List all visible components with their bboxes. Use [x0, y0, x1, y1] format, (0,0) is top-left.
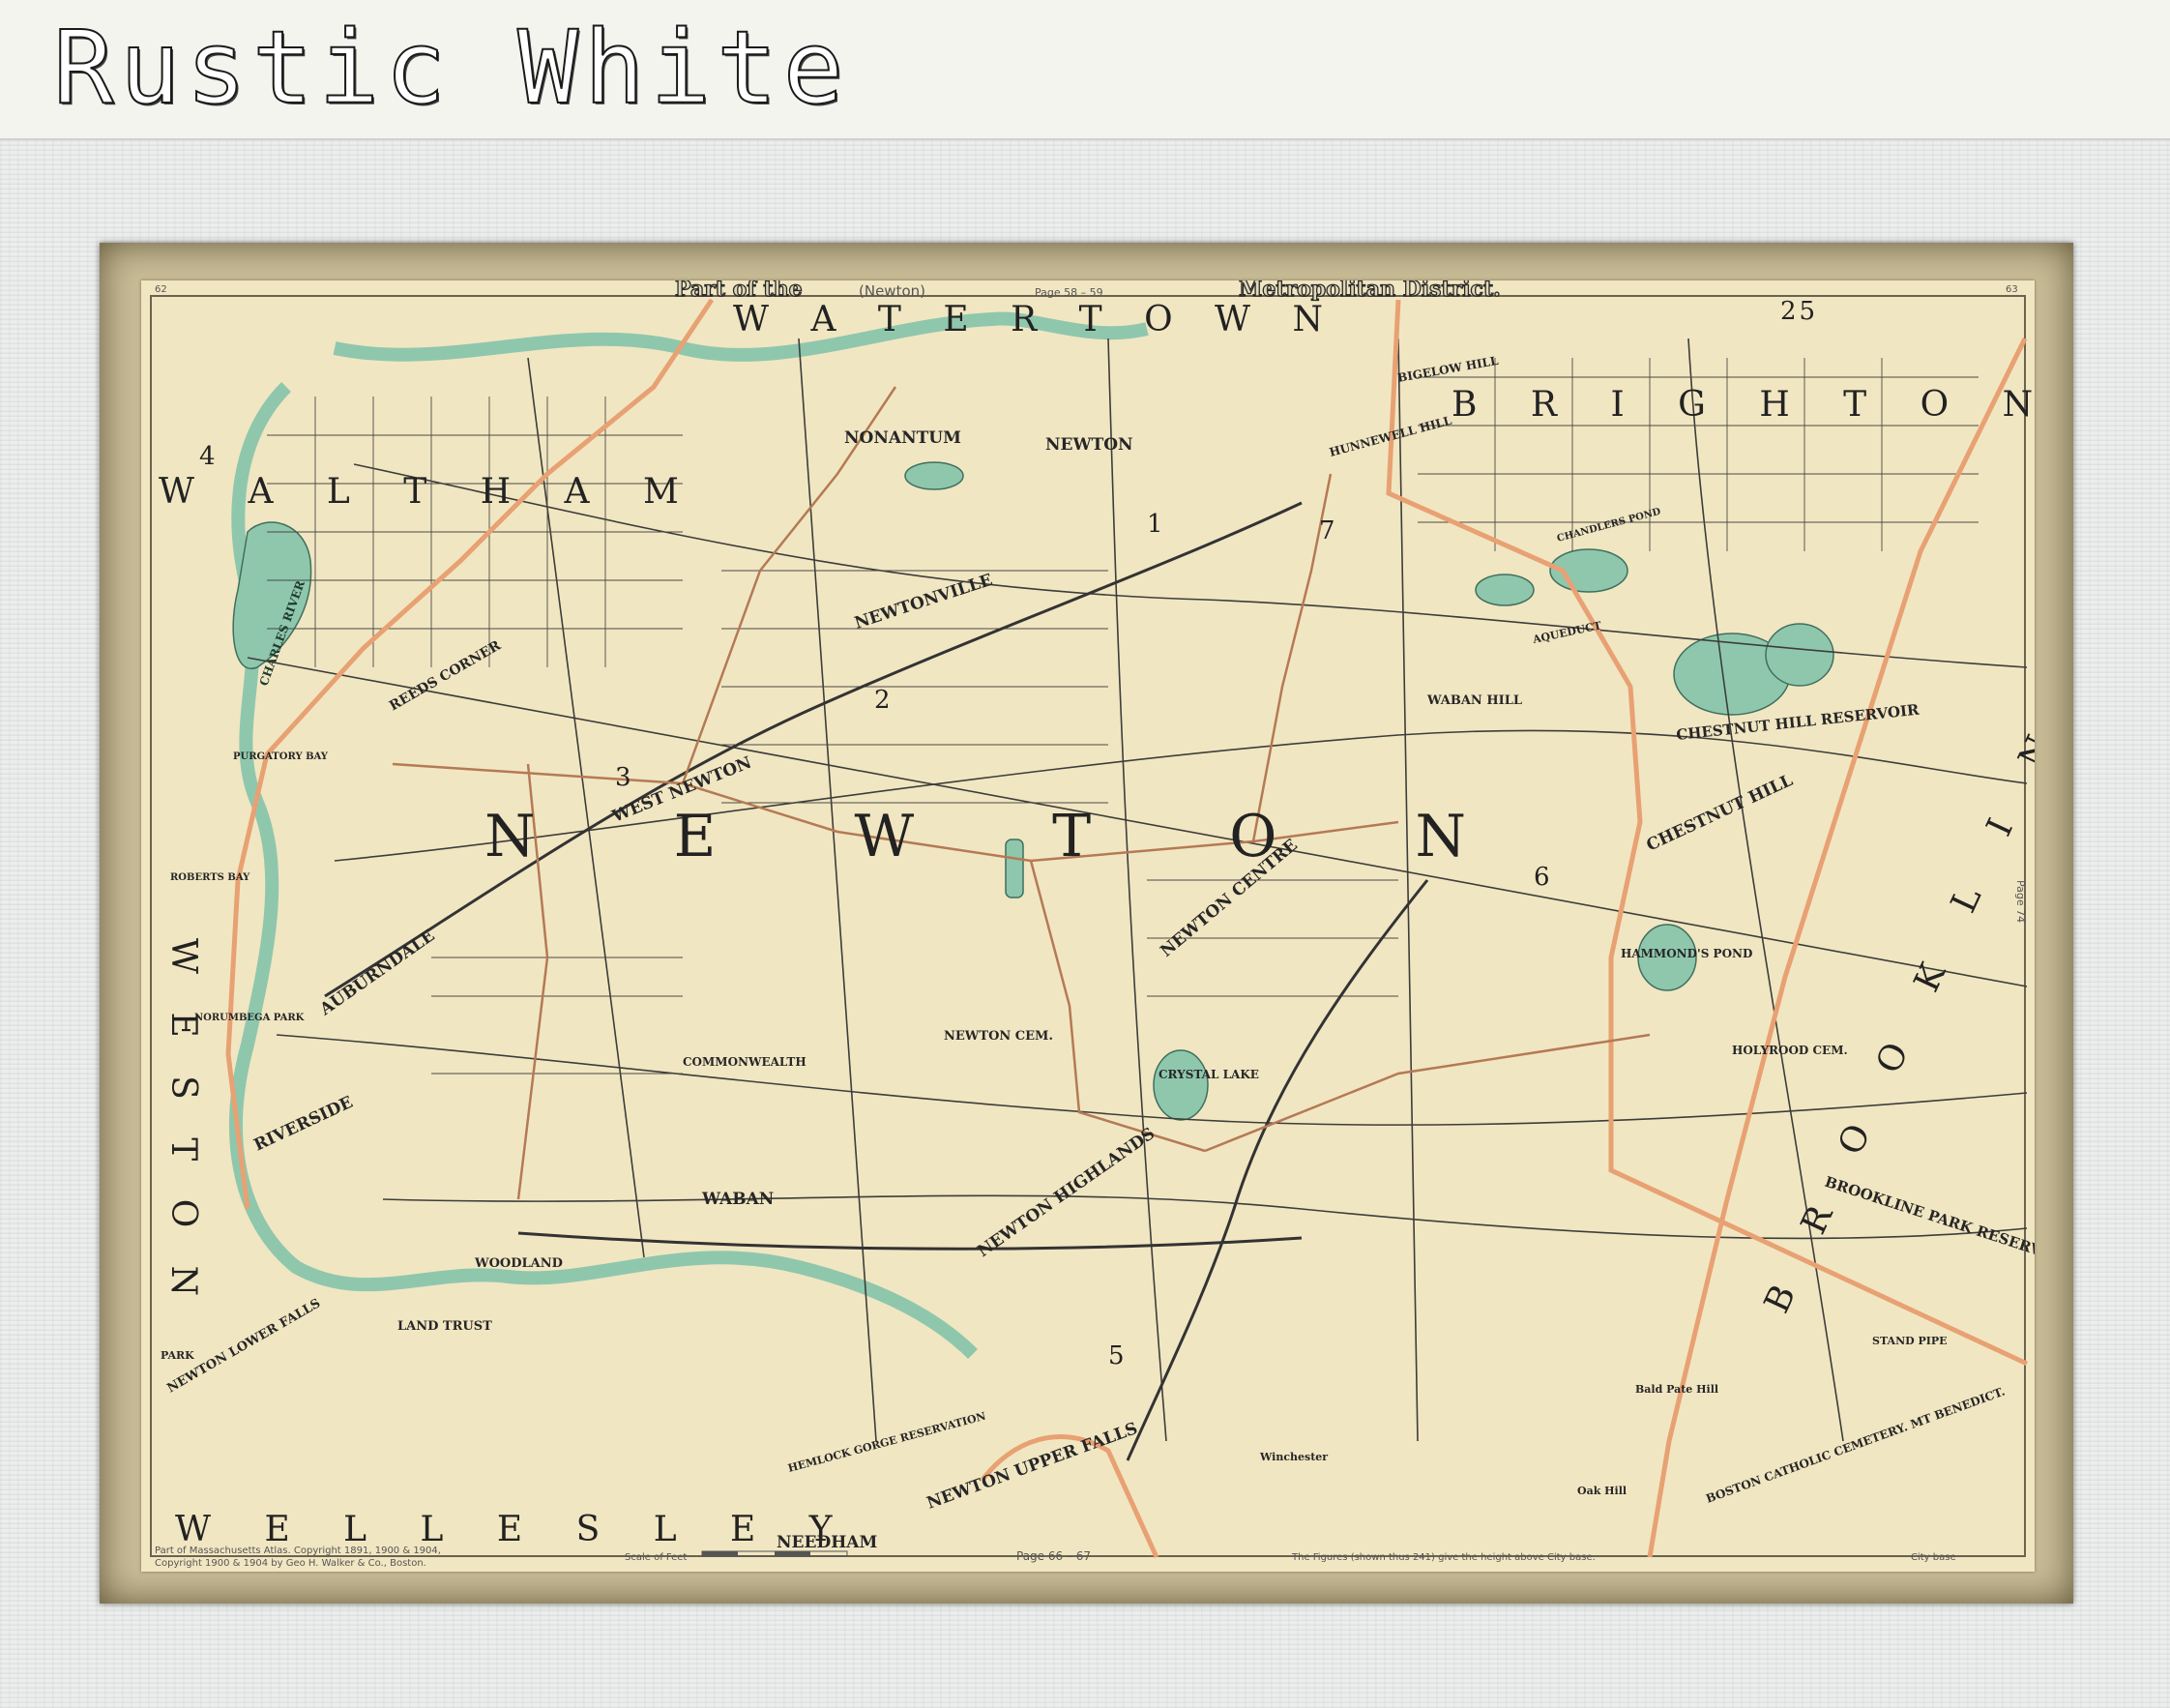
label-nonantum: NONANTUM: [844, 428, 961, 448]
pond-small: [1475, 574, 1535, 606]
label-needham: NEEDHAM: [777, 1533, 877, 1552]
label-wellesley: W E L L E S L E Y: [175, 1510, 854, 1549]
label-watertown: W A T E R T O W N: [733, 300, 1338, 339]
ward-number: 3: [615, 763, 634, 792]
label-holyrood-cem: HOLYROOD CEM.: [1732, 1044, 1848, 1057]
label-purgatory-bay: PURGATORY BAY: [233, 751, 329, 762]
footer-copyright-2: Copyright 1900 & 1904 by Geo H. Walker &…: [155, 1558, 426, 1569]
label-brighton: B R I G H T O N: [1452, 385, 2035, 425]
reservoir-east: [1765, 623, 1834, 687]
ward-number: 7: [1319, 516, 1338, 545]
label-park: PARK: [161, 1349, 194, 1362]
page-number-right: 63: [2006, 284, 2018, 295]
label-stand-pipe: STAND PIPE: [1872, 1335, 1948, 1347]
newton-map: Part of the (Newton) Page 58 – 59 Metrop…: [141, 280, 2035, 1572]
label-norumbega-park: NORUMBEGA PARK: [194, 1013, 305, 1023]
label-oak-hill: Oak Hill: [1577, 1485, 1627, 1497]
silver-lake: [904, 461, 964, 490]
footer-copyright-1: Part of Massachusetts Atlas. Copyright 1…: [155, 1546, 441, 1556]
footer-elevation-note: The Figures (shown thus 241) give the he…: [1291, 1552, 1596, 1563]
side-page-ref: Page 74: [2014, 880, 2027, 923]
label-weston: W E S T O N: [163, 938, 203, 1310]
footer-city-base: City base: [1911, 1552, 1956, 1563]
ward-number: 5: [1108, 1341, 1128, 1370]
footer-scale: Scale of Feet: [625, 1552, 687, 1563]
ward-number: 25: [1780, 297, 1818, 326]
label-newton-village: NEWTON: [1045, 435, 1133, 455]
crystal-lake: [1153, 1049, 1209, 1121]
page-number-left: 62: [155, 284, 167, 295]
label-woodland: WOODLAND: [474, 1256, 563, 1271]
label-roberts-bay: ROBERTS BAY: [170, 872, 250, 883]
label-waltham: W A L T H A M: [159, 472, 700, 512]
label-hammonds-pond: HAMMOND'S POND: [1621, 947, 1752, 960]
ward-number: 1: [1147, 510, 1166, 539]
label-bald-pate-hill: Bald Pate Hill: [1635, 1383, 1718, 1396]
ward-number: 2: [874, 686, 894, 715]
label-waban-hill: WABAN HILL: [1426, 693, 1522, 708]
label-winchester: Winchester: [1259, 1451, 1328, 1463]
header-metropolitan-district: Metropolitan District.: [1239, 280, 1501, 302]
header-page-ref: Page 58 – 59: [1035, 286, 1103, 299]
header-newton: (Newton): [859, 282, 925, 300]
ward-number: 4: [199, 442, 219, 471]
label-crystal-lake: CRYSTAL LAKE: [1158, 1068, 1259, 1081]
label-commonwealth: COMMONWEALTH: [683, 1055, 806, 1069]
ward-number: 6: [1534, 863, 1553, 892]
header-part-of-the: Part of the: [675, 280, 803, 302]
label-newton-cem: NEWTON CEM.: [944, 1029, 1053, 1044]
label-waban: WABAN: [701, 1190, 774, 1209]
footer-page: Page 66 – 67: [1016, 1549, 1091, 1563]
label-land-trust: LAND TRUST: [397, 1319, 492, 1334]
product-title: Rustic White: [52, 9, 850, 127]
